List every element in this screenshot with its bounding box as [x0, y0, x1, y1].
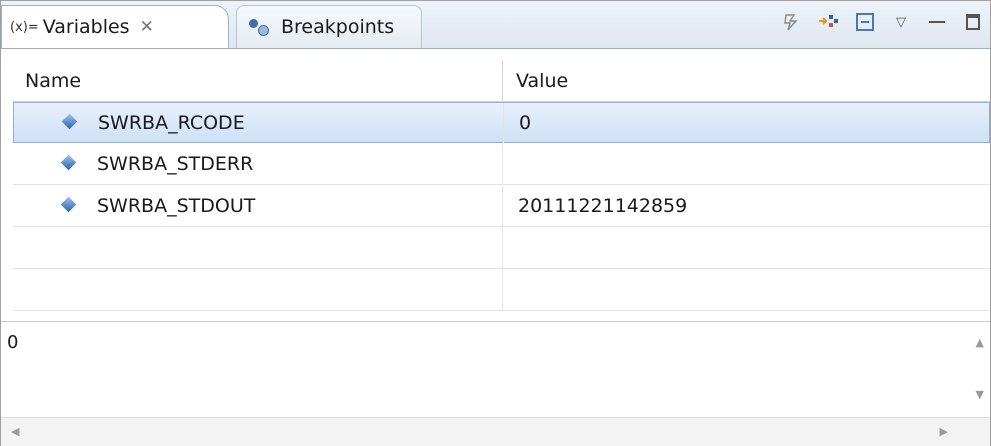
- scroll-down-icon[interactable]: ▼: [976, 388, 984, 401]
- variable-diamond-icon: [61, 113, 78, 130]
- name-cell: [13, 270, 503, 310]
- scroll-right-icon[interactable]: ▶: [940, 425, 948, 438]
- breakpoints-icon: [247, 17, 275, 37]
- variables-view: (x)= Variables ✕ Breakpoints ▽ Name Valu…: [0, 0, 991, 446]
- collapse-tree-icon[interactable]: [818, 11, 840, 33]
- maximize-icon[interactable]: [962, 11, 984, 33]
- table-row[interactable]: SWRBA_STDOUT 20111221142859: [13, 186, 990, 227]
- name-cell: [13, 228, 503, 268]
- tab-breakpoints-label: Breakpoints: [281, 16, 395, 38]
- name-cell: SWRBA_STDERR: [13, 144, 503, 184]
- view-menu-icon[interactable]: ▽: [890, 11, 912, 33]
- variable-diamond-icon: [60, 196, 77, 213]
- table-row[interactable]: SWRBA_STDERR: [13, 144, 990, 185]
- show-logical-structure-icon[interactable]: [782, 11, 804, 33]
- variable-name: SWRBA_STDERR: [97, 153, 254, 175]
- minimize-icon[interactable]: [926, 11, 948, 33]
- variable-name: SWRBA_RCODE: [98, 112, 245, 134]
- close-icon[interactable]: ✕: [140, 17, 154, 37]
- scroll-corner: [966, 417, 990, 446]
- name-cell: SWRBA_STDOUT: [13, 186, 503, 226]
- value-cell[interactable]: [504, 144, 990, 184]
- variables-tree: Name Value SWRBA_RCODE 0 SWRBA_STDERR SW…: [13, 49, 990, 321]
- variable-name: SWRBA_STDOUT: [97, 195, 256, 217]
- vertical-scrollbar[interactable]: ▲ ▼: [966, 322, 990, 416]
- value-cell: [504, 270, 990, 310]
- horizontal-scrollbar[interactable]: ◀ ▶: [1, 417, 966, 446]
- tab-variables-label: Variables: [42, 16, 130, 38]
- variable-diamond-icon: [60, 154, 77, 171]
- column-header-name[interactable]: Name: [13, 61, 503, 101]
- tab-bar: (x)= Variables ✕ Breakpoints ▽: [1, 1, 990, 49]
- empty-row: [13, 270, 990, 311]
- variables-icon: (x)=: [10, 19, 39, 35]
- table-header: Name Value: [13, 61, 990, 102]
- table-row[interactable]: SWRBA_RCODE 0: [13, 102, 990, 143]
- tab-breakpoints[interactable]: Breakpoints: [236, 5, 422, 48]
- scroll-left-icon[interactable]: ◀: [11, 425, 19, 438]
- view-toolbar: ▽: [782, 11, 984, 33]
- value-cell[interactable]: 0: [505, 103, 990, 143]
- value-cell[interactable]: 20111221142859: [504, 186, 990, 226]
- scroll-up-icon[interactable]: ▲: [976, 336, 984, 349]
- value-cell: [504, 228, 990, 268]
- detail-pane[interactable]: 0 ▲ ▼ ◀ ▶: [1, 321, 990, 446]
- name-cell: SWRBA_RCODE: [14, 103, 504, 143]
- detail-text[interactable]: 0: [7, 332, 18, 353]
- column-header-value[interactable]: Value: [504, 61, 990, 101]
- tab-variables[interactable]: (x)= Variables ✕: [1, 5, 229, 48]
- empty-row: [13, 228, 990, 269]
- collapse-all-icon[interactable]: [854, 11, 876, 33]
